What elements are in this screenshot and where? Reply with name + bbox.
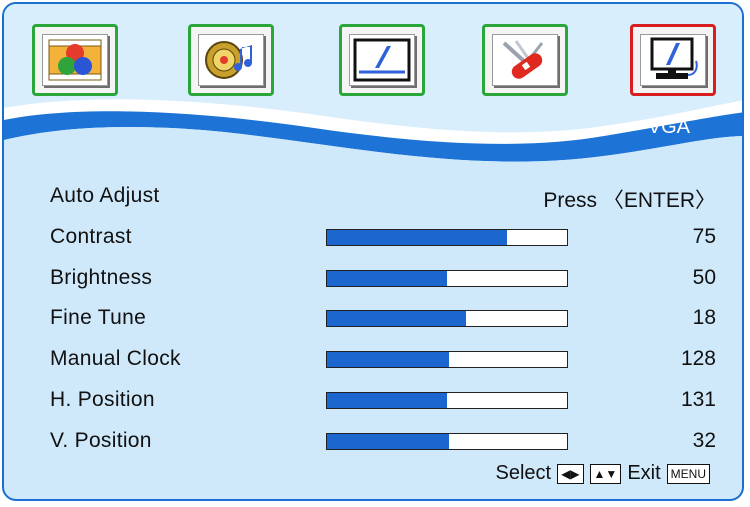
swiss-knife-icon — [492, 34, 558, 86]
computer-monitor-icon — [640, 34, 706, 86]
fine-tune-value: 18 — [692, 306, 716, 330]
fine-tune-slider[interactable] — [326, 310, 568, 328]
contrast-row[interactable]: Contrast 75 — [50, 223, 716, 253]
fine-tune-row[interactable]: Fine Tune 18 — [50, 304, 716, 334]
brightness-label: Brightness — [50, 265, 153, 289]
setup-tab[interactable] — [482, 24, 568, 96]
auto-adjust-row[interactable]: Auto Adjust Press 〈ENTER〉 — [50, 182, 716, 212]
auto-adjust-label: Auto Adjust — [50, 184, 160, 207]
vga-tab[interactable] — [630, 24, 716, 96]
brightness-slider[interactable] — [326, 269, 568, 287]
contrast-value: 75 — [692, 225, 716, 248]
manual-clock-row[interactable]: Manual Clock 128 — [50, 345, 716, 375]
fine-tune-label: Fine Tune — [50, 306, 147, 330]
v-position-slider[interactable] — [326, 432, 568, 450]
osd-menu: VGA Auto Adjust Press 〈ENTER〉 Contrast 75… — [2, 2, 744, 501]
exit-label: Exit — [627, 462, 661, 484]
footer-hint: Select ◀▶ ▲▼ Exit MENU — [495, 462, 710, 485]
h-position-row[interactable]: H. Position 131 — [50, 386, 716, 416]
brightness-slider-fill — [327, 270, 447, 286]
v-position-slider-fill — [327, 433, 450, 449]
updown-keys-icon: ▲▼ — [589, 463, 622, 484]
v-position-value: 32 — [692, 428, 716, 452]
h-position-value: 131 — [680, 387, 716, 411]
h-position-slider[interactable] — [326, 391, 568, 409]
arrow-keys-icon: ◀▶ — [557, 463, 584, 484]
brightness-value: 50 — [692, 265, 716, 289]
section-title: VGA — [647, 116, 690, 138]
contrast-slider[interactable] — [326, 229, 568, 246]
menu-key: MENU — [666, 463, 710, 484]
auto-adjust-action: Press 〈ENTER〉 — [543, 189, 716, 212]
h-position-slider-fill — [327, 392, 447, 408]
select-label: Select — [495, 462, 552, 484]
brightness-row[interactable]: Brightness 50 — [50, 264, 716, 294]
screen-tab[interactable] — [339, 24, 425, 96]
display-screen-icon — [349, 34, 415, 86]
manual-clock-value: 128 — [680, 347, 716, 371]
manual-clock-label: Manual Clock — [50, 347, 181, 371]
speaker-music-icon — [198, 34, 264, 86]
contrast-slider-fill — [327, 230, 507, 245]
v-position-row[interactable]: V. Position 32 — [50, 427, 716, 457]
contrast-label: Contrast — [50, 225, 132, 248]
manual-clock-slider-fill — [327, 352, 450, 368]
manual-clock-slider[interactable] — [326, 351, 568, 369]
color-balls-icon — [42, 34, 108, 86]
v-position-label: V. Position — [50, 428, 152, 452]
h-position-label: H. Position — [50, 387, 155, 411]
picture-tab[interactable] — [32, 24, 118, 96]
fine-tune-slider-fill — [327, 311, 467, 327]
audio-tab[interactable] — [188, 24, 274, 96]
